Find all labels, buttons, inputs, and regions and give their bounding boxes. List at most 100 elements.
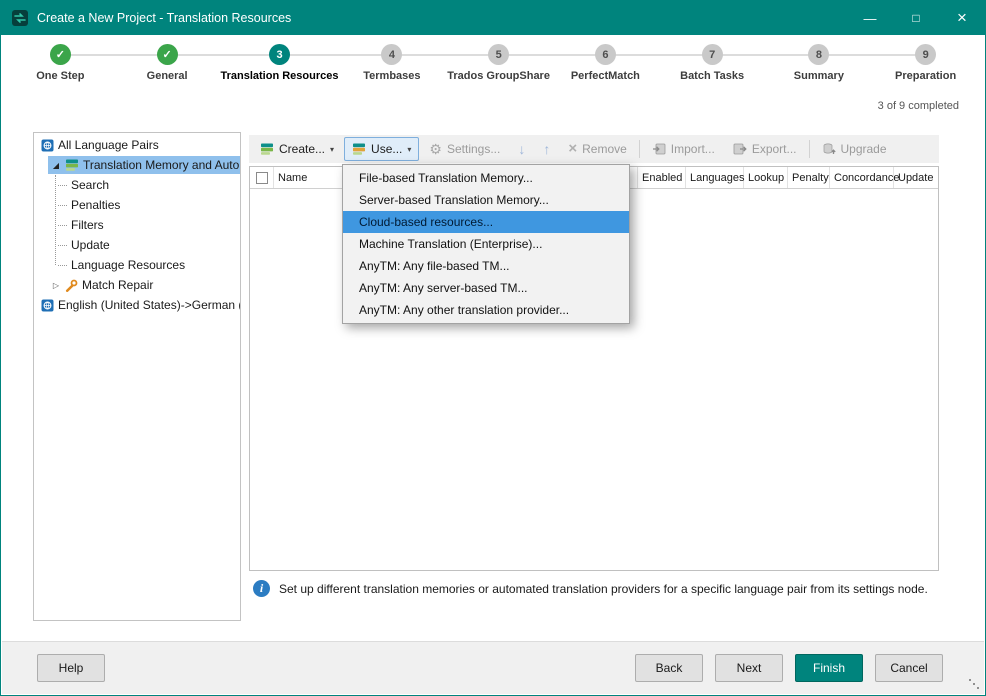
gear-icon: ⚙ xyxy=(429,142,442,156)
help-button[interactable]: Help xyxy=(37,654,105,682)
step-number: 3 xyxy=(269,44,290,65)
menu-item-cloud-based-resources[interactable]: Cloud-based resources... xyxy=(343,211,629,233)
step-check-icon: ✓ xyxy=(157,44,178,65)
language-pairs-icon xyxy=(41,139,54,152)
window-controls: — □ × xyxy=(847,1,985,35)
step-label: Translation Resources xyxy=(221,70,339,82)
menu-item-anytm-file-based[interactable]: AnyTM: Any file-based TM... xyxy=(343,255,629,277)
remove-button-label: Remove xyxy=(582,142,627,156)
tree-item-match-repair[interactable]: ▷ Match Repair xyxy=(34,275,240,295)
wizard-step-preparation[interactable]: 9 Preparation xyxy=(872,37,979,97)
tree-item-label: English (United States)->German (Ge xyxy=(58,298,241,312)
column-header-concordance[interactable]: Concordance xyxy=(830,167,894,188)
menu-item-server-based-tm[interactable]: Server-based Translation Memory... xyxy=(343,189,629,211)
upgrade-button[interactable]: Upgrade xyxy=(814,137,895,161)
tree-item-label: Penalties xyxy=(71,198,120,212)
step-label: Summary xyxy=(766,70,873,82)
step-label: Batch Tasks xyxy=(659,70,766,82)
step-label: Preparation xyxy=(872,70,979,82)
close-button[interactable]: × xyxy=(939,1,985,35)
wizard-step-termbases[interactable]: 4 Termbases xyxy=(339,37,446,97)
wizard-step-summary[interactable]: 8 Summary xyxy=(766,37,873,97)
tree-item-label: Language Resources xyxy=(71,258,185,272)
import-button[interactable]: Import... xyxy=(644,137,723,161)
settings-tree: All Language Pairs ◢ Translation Memory … xyxy=(33,132,241,621)
wizard-step-perfectmatch[interactable]: 6 PerfectMatch xyxy=(552,37,659,97)
tree-item-all-language-pairs[interactable]: All Language Pairs xyxy=(34,135,240,155)
create-button[interactable]: Create... ▾ xyxy=(252,137,342,161)
wizard-step-trados-groupshare[interactable]: 5 Trados GroupShare xyxy=(445,37,552,97)
tree-item-language-pair-en-de[interactable]: English (United States)->German (Ge xyxy=(34,295,240,315)
maximize-icon: □ xyxy=(912,11,919,25)
minimize-icon: — xyxy=(864,11,877,26)
column-header-penalty[interactable]: Penalty xyxy=(788,167,830,188)
finish-button[interactable]: Finish xyxy=(795,654,863,682)
remove-x-icon: × xyxy=(568,142,577,156)
maximize-button[interactable]: □ xyxy=(893,1,939,35)
info-bar: i Set up different translation memories … xyxy=(253,580,941,597)
resize-grip[interactable] xyxy=(977,687,979,689)
app-icon xyxy=(11,9,29,27)
select-all-checkbox[interactable] xyxy=(256,172,268,184)
menu-item-machine-translation-enterprise[interactable]: Machine Translation (Enterprise)... xyxy=(343,233,629,255)
tree-item-label: Match Repair xyxy=(82,278,153,292)
step-check-icon: ✓ xyxy=(50,44,71,65)
tm-toolbar: Create... ▾ Use... ▾ ⚙ Settings... ↓ ↑ ×… xyxy=(249,135,939,163)
step-number: 8 xyxy=(808,44,829,65)
move-down-button[interactable]: ↓ xyxy=(510,137,533,161)
remove-button[interactable]: × Remove xyxy=(560,137,634,161)
column-header-enabled[interactable]: Enabled xyxy=(638,167,686,188)
create-button-label: Create... xyxy=(279,142,325,156)
info-text: Set up different translation memories or… xyxy=(279,582,928,596)
export-button[interactable]: Export... xyxy=(725,137,805,161)
tree-connector xyxy=(58,225,67,226)
back-button[interactable]: Back xyxy=(635,654,703,682)
tree-item-translation-memory[interactable]: ◢ Translation Memory and Automa xyxy=(34,155,240,175)
step-number: 4 xyxy=(381,44,402,65)
tree-item-penalties[interactable]: Penalties xyxy=(34,195,240,215)
expander-collapsed-icon[interactable]: ▷ xyxy=(51,281,61,290)
wizard-step-batch-tasks[interactable]: 7 Batch Tasks xyxy=(659,37,766,97)
step-label: Termbases xyxy=(339,70,446,82)
upgrade-button-label: Upgrade xyxy=(841,142,887,156)
wizard-step-translation-resources[interactable]: 3 Translation Resources xyxy=(221,37,339,97)
tree-connector xyxy=(58,245,67,246)
menu-item-file-based-tm[interactable]: File-based Translation Memory... xyxy=(343,167,629,189)
tree-item-label: Search xyxy=(71,178,109,192)
tree-subgroup: Search Penalties Filters Update Language… xyxy=(34,175,240,275)
tree-item-label: Update xyxy=(71,238,110,252)
settings-button-label: Settings... xyxy=(447,142,500,156)
column-header-update[interactable]: Update xyxy=(894,167,938,188)
menu-item-anytm-other-provider[interactable]: AnyTM: Any other translation provider... xyxy=(343,299,629,321)
tree-item-update[interactable]: Update xyxy=(34,235,240,255)
column-header-lookup[interactable]: Lookup xyxy=(744,167,788,188)
translation-memory-icon xyxy=(65,158,79,172)
minimize-button[interactable]: — xyxy=(847,1,893,35)
progress-text: 3 of 9 completed xyxy=(878,100,959,112)
chevron-down-icon: ▾ xyxy=(330,145,334,154)
tree-item-search[interactable]: Search xyxy=(34,175,240,195)
use-button-label: Use... xyxy=(371,142,402,156)
title-bar: Create a New Project - Translation Resou… xyxy=(1,1,985,35)
step-number: 7 xyxy=(702,44,723,65)
arrow-up-icon: ↑ xyxy=(543,142,550,156)
arrow-down-icon: ↓ xyxy=(518,142,525,156)
use-button[interactable]: Use... ▾ xyxy=(344,137,419,161)
wizard-step-general[interactable]: ✓ General xyxy=(114,37,221,97)
footer-bar: Help Back Next Finish Cancel xyxy=(2,641,984,694)
tree-item-language-resources[interactable]: Language Resources xyxy=(34,255,240,275)
move-up-button[interactable]: ↑ xyxy=(535,137,558,161)
toolbar-separator xyxy=(639,140,640,158)
import-icon xyxy=(652,142,666,156)
next-button[interactable]: Next xyxy=(715,654,783,682)
settings-button[interactable]: ⚙ Settings... xyxy=(421,137,508,161)
tree-connector xyxy=(58,185,67,186)
menu-item-anytm-server-based[interactable]: AnyTM: Any server-based TM... xyxy=(343,277,629,299)
wizard-step-one-step[interactable]: ✓ One Step xyxy=(7,37,114,97)
column-header-languages[interactable]: Languages xyxy=(686,167,744,188)
tree-item-filters[interactable]: Filters xyxy=(34,215,240,235)
step-label: One Step xyxy=(7,70,114,82)
cancel-button[interactable]: Cancel xyxy=(875,654,943,682)
language-pairs-icon xyxy=(41,299,54,312)
expander-expanded-icon[interactable]: ◢ xyxy=(51,161,61,170)
